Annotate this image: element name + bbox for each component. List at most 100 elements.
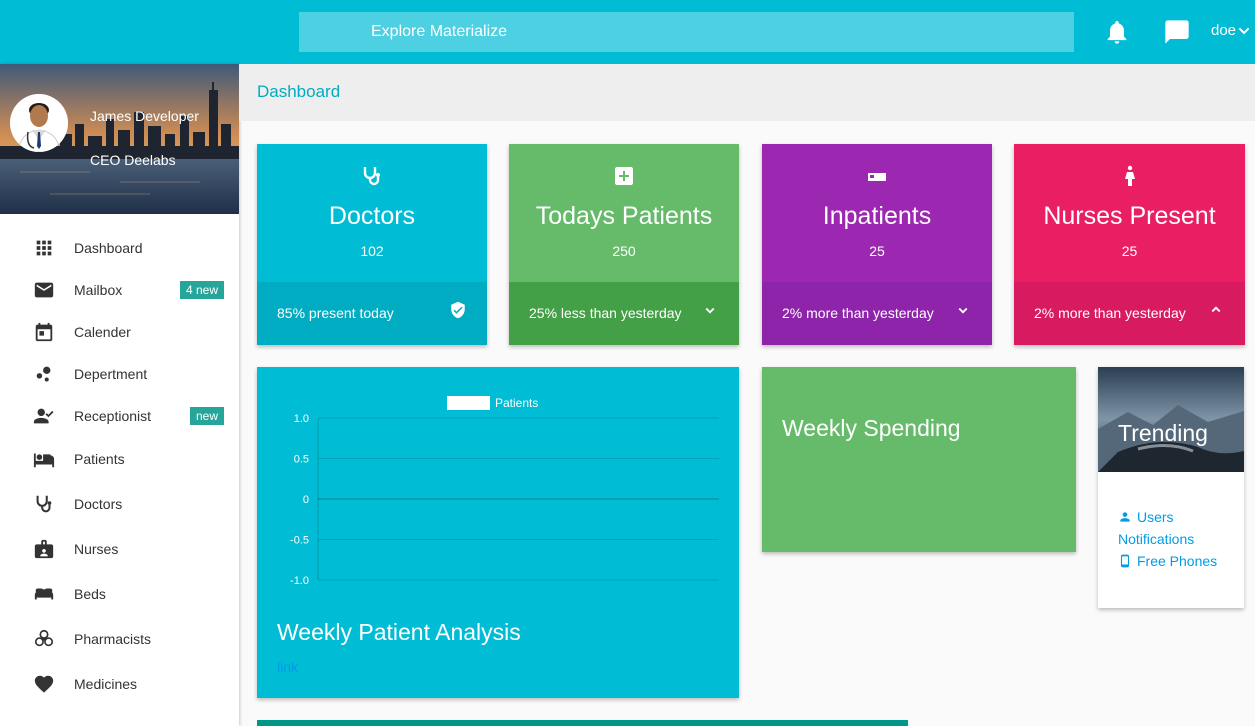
y-tick-label: 0 [303,494,309,506]
sidebar-item-patients[interactable]: Patients [0,439,239,479]
trending-link-label: Users [1137,509,1174,525]
top-navbar: Explore Materialize doe [0,0,1255,64]
grid-icon [36,240,52,256]
y-tick-label: 1.0 [294,413,309,425]
card-title: Nurses Present [1043,202,1216,230]
badge-icon [34,539,54,559]
hotel-icon [868,173,886,181]
sidebar-item-mailbox[interactable]: Mailbox 4 new [0,270,239,310]
card-footer-text: 85% present today [277,305,394,321]
shield-check-icon [451,301,465,319]
sidebar-item-label: Doctors [74,496,123,512]
sidebar-item-receptionist[interactable]: Receptionist new [0,396,239,436]
woman-icon [1124,165,1135,186]
sidebar-item-label: Depertment [74,366,148,382]
chevron-up-icon [1211,306,1221,313]
sidebar-item-doctors[interactable]: Doctors [0,484,239,524]
trending-link-label: Free Phones [1137,553,1218,569]
sidebar-item-dashboard[interactable]: Dashboard [0,228,239,268]
person-check-icon [33,408,54,424]
card-footer-text: 2% more than yesterday [782,305,934,321]
chart-card-title: Weekly Patient Analysis [277,619,521,645]
inpatients-card[interactable]: Inpatients 25 2% more than yesterday [762,144,992,345]
y-tick-label: -0.5 [290,535,309,547]
chart-card-link[interactable]: link [277,659,298,675]
new-badge: new [189,407,224,425]
card-value: 250 [612,243,636,259]
bottom-card-edge [257,720,908,726]
person-icon [1120,512,1130,522]
stethoscope-icon [363,167,380,186]
sidebar-item-label: Medicines [74,676,138,692]
trending-card: Trending Users Notifications Free Phones [1098,367,1244,608]
chevron-down-icon [958,307,968,314]
card-footer-text: 25% less than yesterday [529,305,682,321]
legend-swatch[interactable] [447,396,490,410]
y-tick-label: -1.0 [290,575,309,587]
new-badge: 4 new [179,281,224,299]
trending-link-users[interactable]: Users [1118,509,1174,525]
sidebar: James Developer CEO Deelabs Dashboard Ma… [0,64,239,726]
trending-link-free-phones[interactable]: Free Phones [1118,553,1217,569]
card-value: 25 [869,243,885,259]
user-menu[interactable]: doe [1211,22,1252,39]
avatar[interactable] [10,94,68,152]
todays-patients-card[interactable]: Todays Patients 250 25% less than yester… [509,144,739,345]
bed-icon [34,588,54,600]
sidebar-item-beds[interactable]: Beds [0,574,239,614]
weekly-spending-card: Weekly Spending [762,367,1076,552]
sidebar-item-label: Dashboard [74,240,143,256]
sidebar-item-label: Pharmacists [74,631,152,647]
bell-icon[interactable] [1103,18,1131,46]
sidebar-item-label: Beds [74,586,106,602]
card-footer: 2% more than yesterday [762,282,992,345]
card-value: 25 [1121,243,1138,259]
search-label: Explore Materialize [371,23,508,40]
card-footer: 85% present today [257,282,487,345]
spending-title: Weekly Spending [782,415,961,441]
sidebar-item-label: Patients [74,451,125,467]
sidebar-item-label: Calender [74,324,131,340]
y-tick-label: 0.5 [294,454,309,466]
card-value: 102 [360,243,384,259]
sidebar-item-depertment[interactable]: Depertment [0,354,239,394]
stethoscope-icon [36,495,52,513]
profile-header: James Developer CEO Deelabs [0,64,239,214]
sidebar-item-label: Nurses [74,541,119,557]
chat-icon[interactable] [1163,18,1191,46]
hotel-icon [33,453,55,468]
heart-icon [34,675,54,693]
card-footer: 25% less than yesterday [509,282,739,345]
sidebar-item-calender[interactable]: Calender [0,312,239,352]
chevron-down-icon [705,307,715,314]
sidebar-item-medicines[interactable]: Medicines [0,664,239,704]
nurses-present-card[interactable]: Nurses Present 25 2% more than yesterday [1014,144,1245,345]
card-footer: 2% more than yesterday [1014,282,1245,345]
sidebar-item-pharmacists[interactable]: Pharmacists [0,619,239,659]
calendar-icon [35,322,53,342]
sidebar-item-nurses[interactable]: Nurses [0,529,239,569]
plus-box-icon [615,167,633,185]
search-bar[interactable]: Explore Materialize [299,12,1074,52]
biohazard-icon [34,629,54,647]
trending-link-notifications[interactable]: Notifications [1118,531,1194,547]
card-title: Todays Patients [535,202,713,230]
page-title[interactable]: Dashboard [257,82,340,102]
chevron-down-icon [1238,27,1250,34]
patients-chart: 1.0 0.5 0 -0.5 -1.0 Patients [290,396,719,587]
doctors-card[interactable]: Doctors 102 85% present today [257,144,487,345]
phone-icon [1120,554,1130,568]
mail-icon [34,282,54,298]
sidebar-item-label: Mailbox [74,282,123,298]
sidebar-item-label: Receptionist [74,408,152,424]
trending-link-label: Notifications [1118,531,1195,547]
profile-name[interactable]: James Developer [90,108,199,124]
user-label: doe [1211,22,1237,39]
legend-label[interactable]: Patients [495,396,538,410]
card-footer-text: 2% more than yesterday [1034,305,1186,321]
weekly-patient-analysis-card: 1.0 0.5 0 -0.5 -1.0 Patients Weekly Patient A… [257,367,739,698]
card-title: Inpatients [822,202,932,230]
card-title: Doctors [328,202,416,230]
bubbles-icon [36,366,51,382]
profile-role: CEO Deelabs [90,152,176,168]
